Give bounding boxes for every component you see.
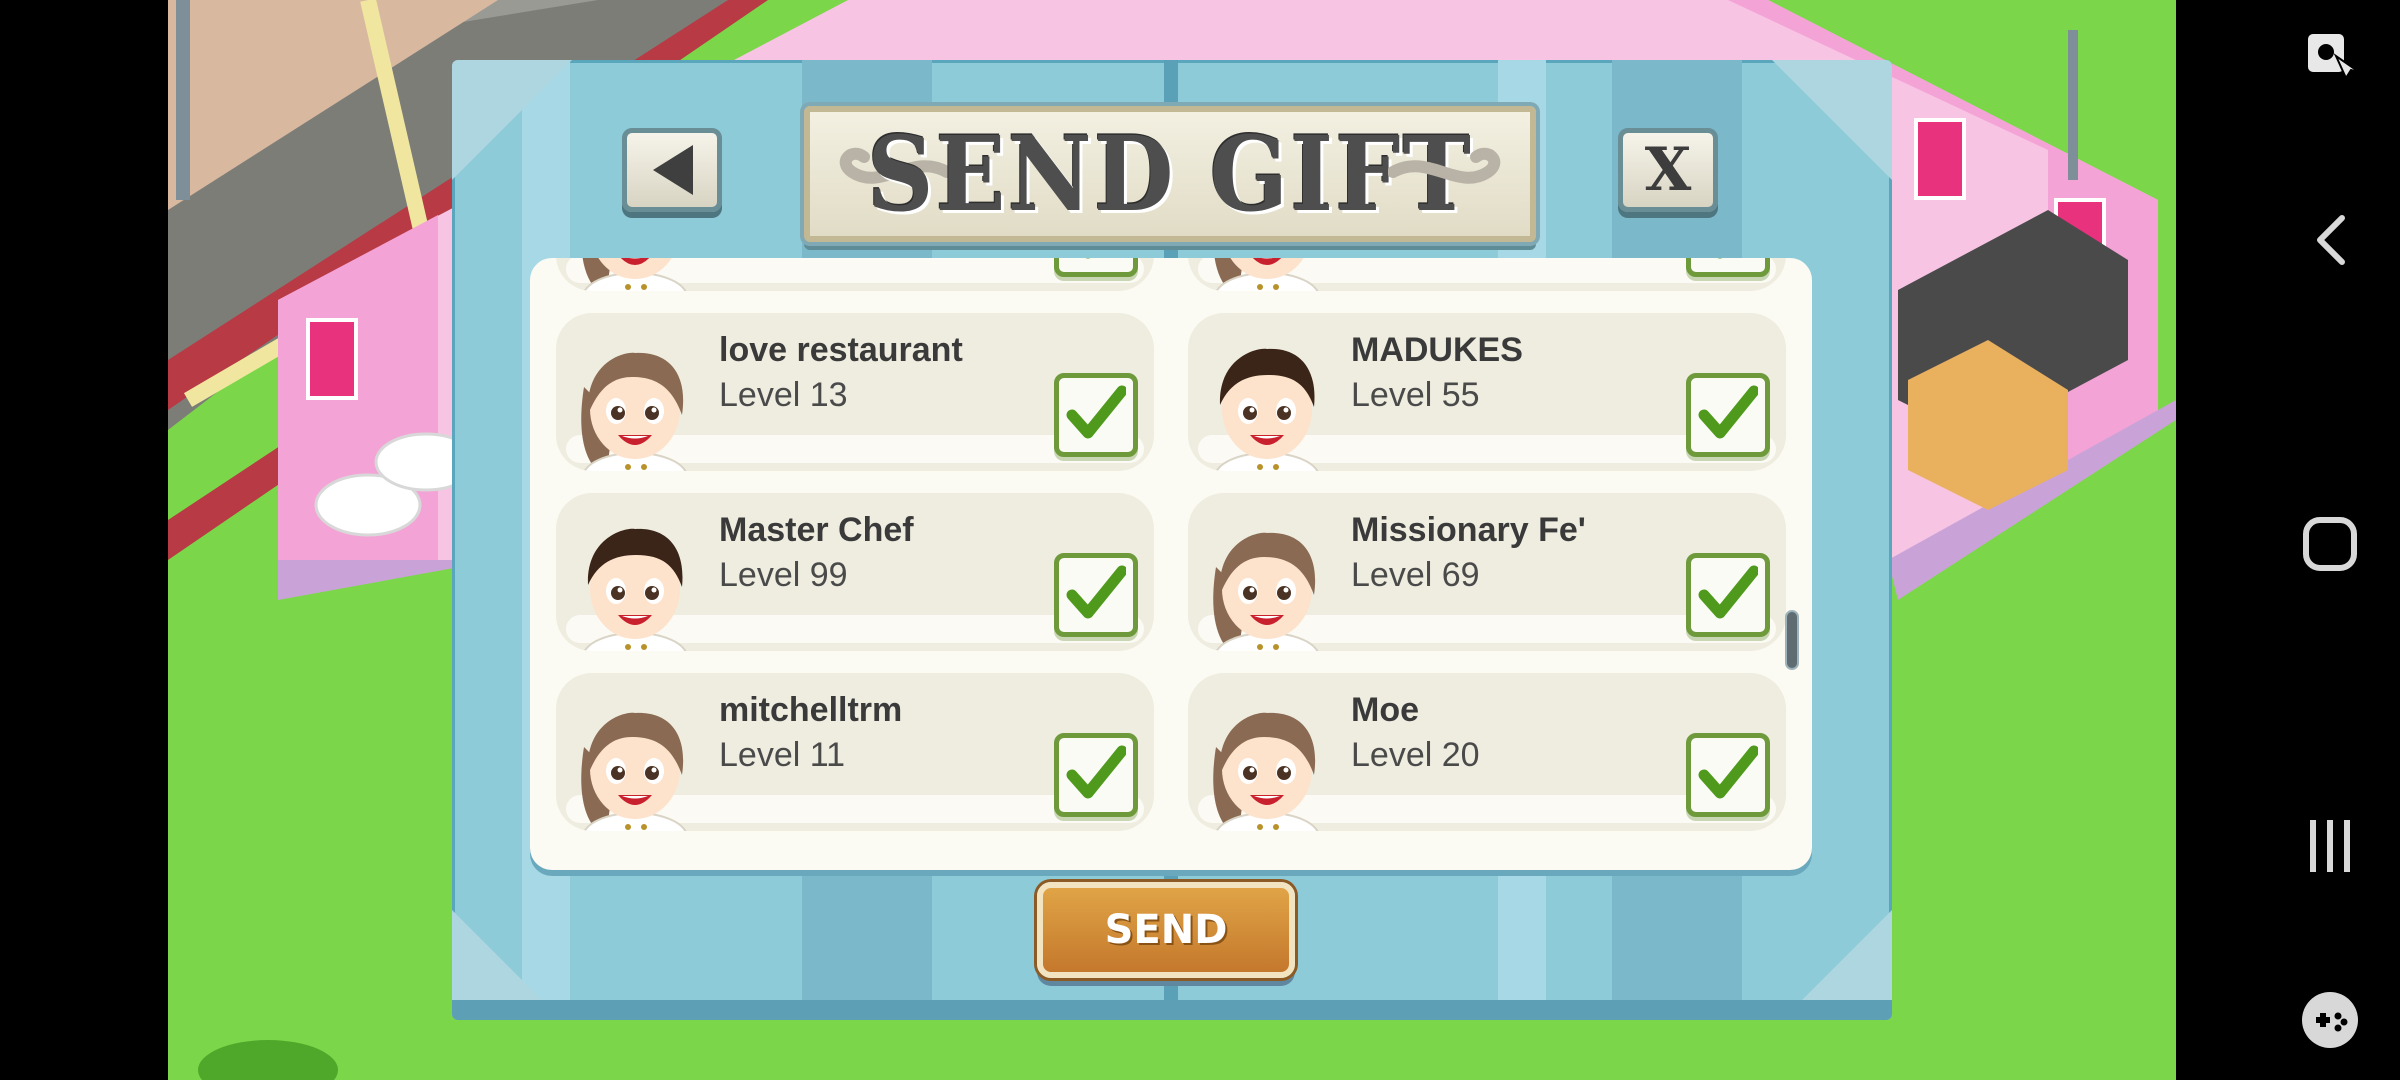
checkmark-icon [1066,258,1126,266]
home-square-icon[interactable] [2300,514,2360,574]
girl-chef-avatar [1198,687,1336,831]
send-button[interactable]: SEND [1037,882,1295,978]
girl-chef-avatar [1198,258,1336,291]
friend-card[interactable]: love restaurant Level 13 [556,313,1154,471]
friend-name: Master Chef [719,511,914,549]
friend-list-panel[interactable]: Level 50 Level 72 love restaurant Level 13 M… [530,258,1812,870]
friend-level: Level 11 [719,736,846,774]
send-button-label: SEND [1104,907,1228,953]
dialog-title: SEND GIFT [867,113,1473,235]
checkmark-icon [1698,745,1760,806]
friend-level: Level 69 [1351,556,1480,594]
checkmark-icon [1698,258,1758,266]
friend-level: Level 13 [719,376,848,414]
select-friend-checkbox[interactable] [1686,258,1770,277]
girl-chef-avatar [566,327,704,471]
friend-card[interactable]: Master Chef Level 99 [556,493,1154,651]
friend-card[interactable]: Level 50 [556,258,1154,291]
girl-chef-avatar [566,258,704,291]
game-controller-icon[interactable] [2300,990,2360,1050]
select-friend-checkbox[interactable] [1054,733,1138,817]
select-friend-checkbox[interactable] [1686,553,1770,637]
select-friend-checkbox[interactable] [1686,373,1770,457]
android-navigation-bar [2176,0,2400,1080]
friend-name: Moe [1351,691,1419,729]
checkmark-icon [1066,385,1128,446]
girl-chef-avatar [566,687,704,831]
back-button[interactable] [622,128,722,212]
select-friend-checkbox[interactable] [1054,553,1138,637]
game-tools-icon[interactable] [2300,24,2360,84]
right-swirl-ornament [1388,147,1501,184]
checkmark-icon [1066,745,1128,806]
checkmark-icon [1698,565,1760,626]
friend-name: love restaurant [719,331,963,369]
friend-card[interactable]: Level 72 [1188,258,1786,291]
back-arrow-icon[interactable] [2300,210,2360,270]
friend-level: Level 99 [719,556,848,594]
back-arrow-icon [653,145,693,195]
friend-card[interactable]: Moe Level 20 [1188,673,1786,831]
select-friend-checkbox[interactable] [1054,258,1138,277]
friend-card[interactable]: MADUKES Level 55 [1188,313,1786,471]
friend-level: Level 20 [1351,736,1480,774]
recent-apps-icon[interactable] [2300,816,2360,876]
close-icon: X [1644,135,1692,205]
select-friend-checkbox[interactable] [1686,733,1770,817]
friend-name: Missionary Fe' [1351,511,1586,549]
list-scrollbar-thumb[interactable] [1785,610,1799,670]
send-gift-dialog: SEND GIFT X Level 50 Level 72 love restaur… [452,60,1892,1020]
boy-chef-avatar [1198,327,1336,471]
boy-chef-avatar [566,507,704,651]
friend-name: mitchelltrm [719,691,903,729]
close-button[interactable]: X [1618,128,1718,212]
girl-chef-avatar [1198,507,1336,651]
friend-name: MADUKES [1351,331,1523,369]
select-friend-checkbox[interactable] [1054,373,1138,457]
friend-card[interactable]: Missionary Fe' Level 69 [1188,493,1786,651]
checkmark-icon [1066,565,1128,626]
checkmark-icon [1698,385,1760,446]
title-plate: SEND GIFT [804,106,1536,242]
friend-level: Level 55 [1351,376,1480,414]
friend-card[interactable]: mitchelltrm Level 11 [556,673,1154,831]
